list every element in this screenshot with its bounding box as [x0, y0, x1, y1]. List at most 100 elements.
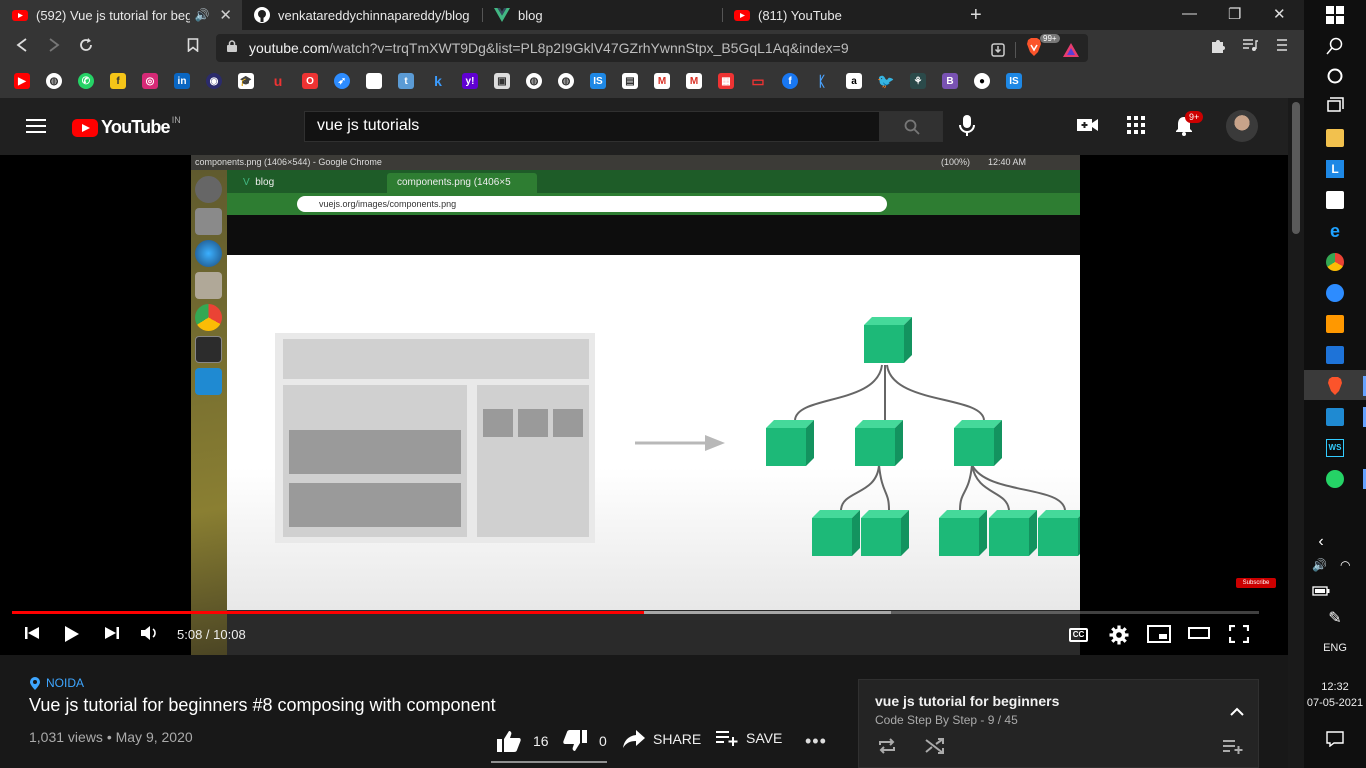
bookmark-bootstrap-icon[interactable]: B — [942, 73, 958, 89]
bookmark-is-icon[interactable]: IS — [1006, 73, 1022, 89]
language-indicator[interactable]: ENG — [1304, 642, 1366, 654]
file-explorer-icon[interactable] — [1326, 129, 1344, 147]
battery-tray-icon[interactable] — [1312, 583, 1330, 601]
subscribe-watermark[interactable]: Subscribe — [1236, 578, 1276, 588]
bookmark-gmail-icon[interactable]: M — [686, 73, 702, 89]
zoom-icon[interactable] — [1326, 284, 1344, 302]
brave-shields-button[interactable]: 99+ — [1026, 34, 1060, 61]
progress-bar[interactable] — [12, 611, 1259, 614]
save-button[interactable]: SAVE — [716, 730, 782, 746]
bookmark-yahoo-icon[interactable]: y! — [462, 73, 478, 89]
menu-button[interactable] — [1276, 38, 1288, 57]
bookmark-whatsapp-icon[interactable]: ✆ — [78, 73, 94, 89]
playlist-save-button[interactable] — [1223, 740, 1243, 759]
bookmark-facebook-icon[interactable]: f — [782, 73, 798, 89]
windows-start-button[interactable] — [1326, 6, 1344, 24]
bookmark-graduation-icon[interactable]: 🎓 — [238, 73, 254, 89]
play-button[interactable] — [64, 625, 80, 648]
youtube-logo[interactable]: YouTube IN — [72, 115, 181, 138]
bookmark-flag-icon[interactable]: ▤ — [622, 73, 638, 89]
bookmark-blank-icon[interactable] — [366, 73, 382, 89]
search-button[interactable] — [879, 111, 943, 142]
install-app-icon[interactable] — [991, 42, 1005, 57]
tab-youtube-home[interactable]: (811) YouTube — [722, 0, 962, 30]
loop-playlist-button[interactable] — [877, 738, 897, 759]
dislike-button[interactable]: 0 — [563, 730, 607, 752]
bookmark-opera-icon[interactable]: O — [302, 73, 318, 89]
clock-time[interactable]: 12:32 — [1304, 681, 1366, 693]
close-window-button[interactable]: ✕ — [1273, 5, 1286, 23]
bookmark-screen-icon[interactable]: ▭ — [750, 73, 766, 89]
internet-explorer-icon[interactable]: e — [1326, 222, 1344, 240]
vscode-icon[interactable] — [1326, 408, 1344, 426]
like-button[interactable]: 16 — [497, 730, 549, 752]
cortana-button[interactable] — [1326, 67, 1344, 85]
shuffle-playlist-button[interactable] — [925, 738, 945, 759]
avatar[interactable] — [1226, 110, 1258, 142]
store-icon[interactable] — [1326, 191, 1344, 209]
address-bar[interactable]: youtube.com/watch?v=trqTmXWT9Dg&list=PL8… — [216, 34, 1088, 62]
speaker-icon[interactable]: 🔊 — [190, 8, 209, 22]
restore-button[interactable]: ❐ — [1228, 5, 1241, 23]
apps-button[interactable] — [1127, 116, 1145, 139]
bookmark-photo-icon[interactable]: ▣ — [494, 73, 510, 89]
miniplayer-button[interactable] — [1147, 625, 1171, 648]
settings-button[interactable] — [1109, 625, 1129, 650]
bookmark-site-icon[interactable]: ◉ — [206, 73, 222, 89]
brave-taskbar-icon[interactable] — [1326, 377, 1344, 395]
bookmark-gmail-icon[interactable]: M — [654, 73, 670, 89]
bookmark-is-icon[interactable]: IS — [590, 73, 606, 89]
bookmark-twitter-icon[interactable]: 🐦 — [877, 73, 894, 89]
bookmark-t-icon[interactable]: t — [398, 73, 414, 89]
mail-icon[interactable] — [1326, 346, 1344, 364]
tab-github[interactable]: venkatareddychinnapareddy/blog — [242, 0, 482, 30]
theater-mode-button[interactable] — [1188, 625, 1210, 646]
extensions-button[interactable] — [1210, 38, 1226, 59]
location-tag[interactable]: NOIDA — [30, 676, 84, 690]
forward-button[interactable] — [48, 38, 60, 57]
bookmark-github-icon[interactable]: ● — [974, 73, 990, 89]
guide-menu-icon[interactable] — [26, 119, 46, 133]
bookmark-button[interactable] — [187, 38, 199, 57]
subtitles-button[interactable]: CC — [1069, 628, 1088, 642]
new-tab-button[interactable]: + — [970, 4, 982, 27]
bookmark-compass-icon[interactable]: ➶ — [334, 73, 350, 89]
clock-date[interactable]: 07-05-2021 — [1304, 697, 1366, 709]
action-center-button[interactable] — [1326, 731, 1344, 749]
search-input[interactable] — [317, 117, 857, 135]
back-button[interactable] — [16, 38, 28, 57]
volume-button[interactable] — [140, 625, 158, 646]
tab-video[interactable]: (592) Vue js tutorial for beginners #8 c… — [0, 0, 242, 30]
brave-rewards-icon[interactable] — [1062, 42, 1080, 58]
bookmark-flipkart-icon[interactable]: f — [110, 73, 126, 89]
bookmark-k-icon[interactable]: ᛕ — [814, 73, 830, 89]
wifi-tray-icon[interactable]: ◠ — [1340, 558, 1358, 576]
previous-button[interactable] — [24, 625, 40, 646]
next-button[interactable] — [104, 625, 120, 646]
create-button[interactable] — [1077, 116, 1099, 139]
bookmark-globe-icon[interactable]: ◍ — [46, 73, 62, 89]
close-tab-icon[interactable]: ✕ — [209, 6, 242, 24]
media-button[interactable] — [1242, 38, 1258, 57]
fullscreen-button[interactable] — [1228, 624, 1250, 648]
bookmark-globe-icon[interactable]: ◍ — [526, 73, 542, 89]
playlist-title[interactable]: vue js tutorial for beginners — [875, 693, 1059, 709]
tab-blog[interactable]: blog — [482, 0, 722, 30]
bookmark-instagram-icon[interactable]: ◎ — [142, 73, 158, 89]
chrome-icon[interactable] — [1326, 253, 1344, 271]
share-button[interactable]: SHARE — [623, 730, 701, 748]
bookmark-youtube-icon[interactable]: ▶ — [14, 73, 30, 89]
reload-button[interactable] — [79, 38, 93, 57]
bookmark-globe-icon[interactable]: ◍ — [558, 73, 574, 89]
sublime-icon[interactable] — [1326, 315, 1344, 333]
page-scrollbar[interactable] — [1288, 98, 1304, 768]
bookmark-udemy-icon[interactable]: u — [270, 73, 286, 89]
more-actions-icon[interactable]: ••• — [805, 731, 827, 752]
volume-tray-icon[interactable]: 🔊 — [1312, 558, 1330, 576]
search-taskbar-button[interactable] — [1326, 37, 1344, 55]
bookmark-k-icon[interactable]: k — [430, 73, 446, 89]
bookmark-linkedin-icon[interactable]: in — [174, 73, 190, 89]
minimize-button[interactable]: — — [1182, 5, 1197, 22]
pen-workspace-icon[interactable]: ✎ — [1326, 610, 1344, 628]
bookmark-amazon-icon[interactable]: a — [846, 73, 862, 89]
